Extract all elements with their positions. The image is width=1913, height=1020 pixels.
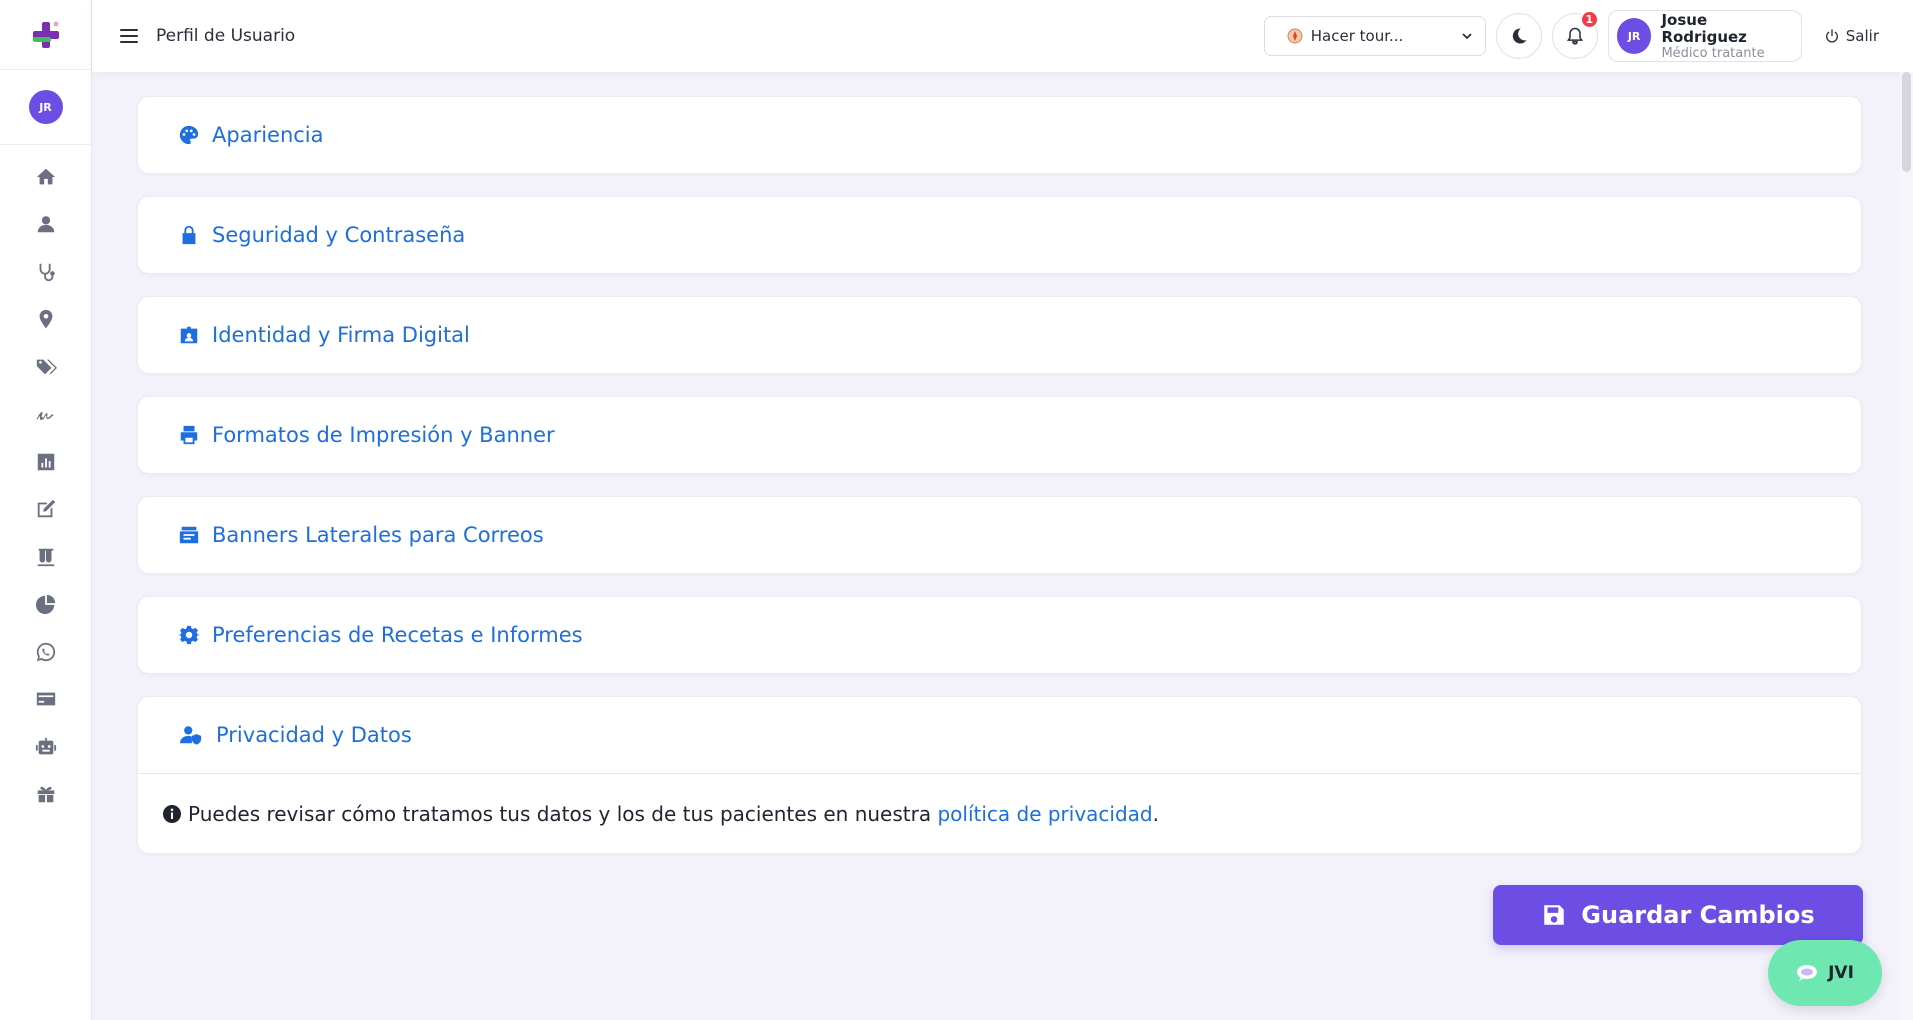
sidebar: JR	[0, 0, 92, 1020]
section-title: Apariencia	[212, 123, 324, 147]
section-header-prescription-preferences[interactable]: Preferencias de Recetas e Informes	[138, 597, 1861, 673]
privacy-text-end: .	[1152, 801, 1159, 826]
section-privacy: Privacidad y Datos Puedes revisar cómo t…	[137, 696, 1862, 854]
section-header-identity[interactable]: Identidad y Firma Digital	[138, 297, 1861, 373]
tags-icon	[36, 359, 57, 375]
robot-icon	[35, 737, 56, 755]
home-icon	[36, 168, 55, 185]
save-button-label: Guardar Cambios	[1581, 901, 1815, 929]
chat-bubble-icon	[1797, 965, 1818, 981]
user-menu[interactable]: JR Josue Rodriguez Médico tratante	[1607, 10, 1802, 62]
notifications-button[interactable]: 1	[1551, 10, 1599, 59]
user-role: Médico tratante	[1661, 45, 1765, 61]
credit-card-icon	[36, 692, 55, 706]
section-title: Identidad y Firma Digital	[212, 323, 470, 347]
scrollbar-thumb[interactable]	[1902, 72, 1911, 172]
edit-icon	[37, 500, 55, 518]
lock-icon	[182, 225, 196, 245]
user-shield-icon	[180, 726, 202, 745]
assistant-label: JVI	[1828, 963, 1854, 983]
gift-icon	[37, 787, 54, 803]
notifications-badge: 1	[1579, 10, 1599, 29]
privacy-policy-link[interactable]: política de privacidad	[937, 802, 1152, 826]
sidebar-item-tags[interactable]	[0, 343, 91, 391]
save-button[interactable]: Guardar Cambios	[1493, 885, 1863, 945]
section-email-banners: Banners Laterales para Correos	[137, 496, 1862, 574]
sidebar-item-home[interactable]	[0, 153, 91, 201]
chevron-down-icon	[1462, 33, 1472, 40]
theme-toggle-button[interactable]	[1495, 13, 1542, 59]
page-title: Perfil de Usuario	[156, 26, 296, 46]
section-title: Seguridad y Contraseña	[212, 223, 466, 247]
logo-cross-icon	[32, 21, 59, 48]
sidebar-avatar[interactable]: JR	[28, 90, 63, 124]
section-header-print-formats[interactable]: Formatos de Impresión y Banner	[138, 397, 1861, 473]
pie-chart-icon	[35, 595, 55, 615]
sidebar-item-whatsapp[interactable]	[0, 628, 91, 676]
mail-box-icon	[179, 526, 199, 544]
privacy-notice: Puedes revisar cómo tratamos tus datos y…	[138, 773, 1861, 853]
section-appearance: Apariencia	[137, 96, 1862, 174]
sidebar-item-statistics[interactable]	[0, 581, 91, 629]
page-scrollbar[interactable]	[1900, 72, 1913, 1020]
gear-icon	[178, 625, 200, 645]
sidebar-item-locations[interactable]	[0, 296, 91, 344]
section-prescription-preferences: Preferencias de Recetas e Informes	[137, 596, 1862, 674]
floppy-disk-icon	[1544, 905, 1565, 925]
id-badge-icon	[180, 326, 198, 344]
power-icon	[1825, 29, 1838, 43]
section-title: Privacidad y Datos	[216, 723, 412, 747]
top-header: Perfil de Usuario Hacer tour... 1 JR Jos…	[92, 0, 1913, 72]
sidebar-item-consultations[interactable]	[0, 248, 91, 296]
tour-select-value: Hacer tour...	[1310, 27, 1404, 45]
menu-toggle-button[interactable]	[120, 29, 138, 44]
sidebar-nav	[0, 145, 91, 818]
section-title: Banners Laterales para Correos	[212, 523, 544, 547]
signature-icon	[36, 412, 53, 421]
profile-settings: Apariencia Seguridad y Contraseña Identi…	[137, 96, 1862, 876]
sidebar-item-rewards[interactable]	[0, 771, 91, 819]
privacy-text: Puedes revisar cómo tratamos tus datos y…	[188, 801, 932, 826]
app-logo[interactable]	[0, 0, 91, 70]
sidebar-item-assistant[interactable]	[0, 723, 91, 771]
sidebar-item-lab[interactable]	[0, 533, 91, 581]
logout-label: Salir	[1845, 27, 1879, 45]
location-pin-icon	[39, 310, 52, 329]
bar-chart-icon	[37, 453, 54, 470]
section-identity: Identidad y Firma Digital	[137, 296, 1862, 374]
section-print-formats: Formatos de Impresión y Banner	[137, 396, 1862, 474]
whatsapp-icon	[36, 642, 55, 661]
test-tubes-icon	[37, 548, 54, 566]
section-header-appearance[interactable]: Apariencia	[138, 97, 1861, 173]
user-icon	[37, 216, 54, 233]
section-header-email-banners[interactable]: Banners Laterales para Correos	[138, 497, 1861, 573]
stethoscope-icon	[39, 263, 55, 281]
moon-icon	[1512, 28, 1527, 44]
compass-icon	[1287, 28, 1303, 44]
assistant-chat-button[interactable]: JVI	[1768, 940, 1882, 1006]
printer-icon	[180, 425, 198, 445]
tour-select[interactable]: Hacer tour...	[1263, 16, 1486, 56]
bell-icon	[1566, 27, 1583, 45]
sidebar-item-signature[interactable]	[0, 391, 91, 439]
section-header-security[interactable]: Seguridad y Contraseña	[138, 197, 1861, 273]
palette-icon	[179, 125, 199, 145]
sidebar-item-patients[interactable]	[0, 201, 91, 249]
section-title: Formatos de Impresión y Banner	[212, 423, 555, 447]
user-name: Josue Rodriguez	[1661, 10, 1747, 46]
avatar: JR	[1616, 18, 1652, 54]
section-title: Preferencias de Recetas e Informes	[212, 623, 583, 647]
info-icon	[163, 804, 181, 823]
section-security: Seguridad y Contraseña	[137, 196, 1862, 274]
sidebar-item-billing[interactable]	[0, 676, 91, 724]
logout-button[interactable]: Salir	[1812, 27, 1891, 45]
section-header-privacy[interactable]: Privacidad y Datos	[138, 697, 1861, 773]
sidebar-item-notes[interactable]	[0, 486, 91, 534]
sidebar-item-reports[interactable]	[0, 438, 91, 486]
